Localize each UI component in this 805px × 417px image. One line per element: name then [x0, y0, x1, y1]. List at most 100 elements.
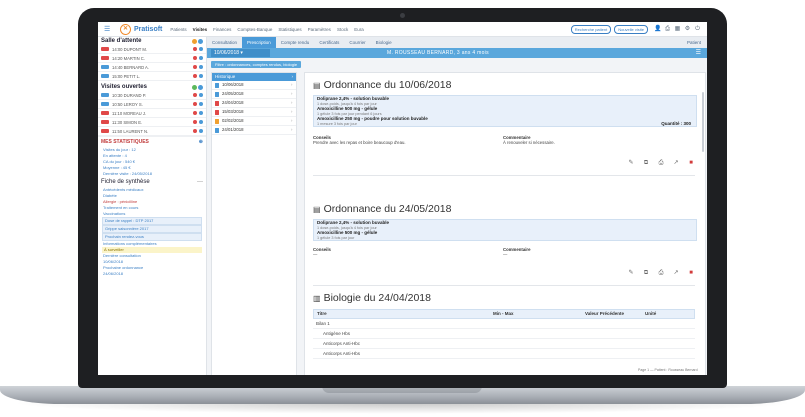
edit-icon[interactable]: ✎ [627, 269, 635, 277]
search-patient-button[interactable]: Recherche patient [570, 25, 612, 34]
tab-item[interactable]: Biologie [371, 37, 397, 48]
alert-icon[interactable] [193, 74, 197, 78]
info-icon[interactable] [199, 111, 203, 115]
list-item-label: 14:00 DUPONT M. [112, 46, 148, 52]
list-item[interactable]: 11:50 LAURENT N. [98, 127, 206, 136]
info-icon[interactable] [199, 129, 203, 133]
info-icon[interactable] [199, 65, 203, 69]
alert-icon[interactable] [193, 129, 197, 133]
share-icon[interactable]: ↗ [672, 269, 680, 277]
alert-icon[interactable] [193, 93, 197, 97]
list-item[interactable]: 10:30 DURAND P. [98, 91, 206, 100]
tab-item[interactable]: Prescription [242, 37, 276, 48]
chevron-icon: › [291, 74, 294, 79]
tab-item[interactable]: Certificats [314, 37, 344, 48]
info-icon[interactable] [199, 120, 203, 124]
date-bar: 10/06/2018 ▾ M. ROUSSEAU BERNARD, 3 ans … [207, 48, 707, 58]
history-line[interactable]: Grippe saisonnière 2017 [102, 225, 202, 233]
nav-item[interactable]: Paramètres [308, 27, 331, 32]
table-row[interactable]: Anticorps Anti-Hbs [313, 349, 695, 359]
list-item[interactable]: 11:30 SIMON E. [98, 118, 206, 127]
table-row[interactable]: Bilan 1 [313, 319, 695, 329]
list-item[interactable]: 11:10 MOREAU J. [98, 109, 206, 118]
history-line[interactable]: Prochain rendez-vous [102, 233, 202, 241]
info-icon[interactable] [199, 56, 203, 60]
gear-icon[interactable]: ⚙ [684, 26, 691, 33]
history-line[interactable]: 24/06/2018 [98, 271, 206, 277]
nav-item[interactable]: Finances [213, 27, 231, 32]
share-icon[interactable]: ↗ [672, 159, 680, 167]
alert-icon[interactable] [193, 102, 197, 106]
list-item[interactable]: 15:00 PETIT L. [98, 72, 206, 81]
patient-tab[interactable]: Patient [687, 37, 701, 48]
user-icon[interactable]: 👤 [654, 26, 661, 33]
filter-chip[interactable]: Filtre : ordonnances, comptes rendus, bi… [211, 61, 302, 68]
nav-item[interactable]: Statistiques [278, 27, 301, 32]
copy-icon[interactable]: ⧉ [642, 269, 650, 277]
list-item[interactable]: 14:20 MARTIN C. [98, 54, 206, 63]
info-icon[interactable] [199, 74, 203, 78]
nav-item[interactable]: Visites [193, 27, 207, 32]
document-row[interactable]: 24/05/2018 › [212, 90, 296, 99]
alert-icon[interactable] [193, 65, 197, 69]
document-row[interactable]: 24/04/2018 › [212, 99, 296, 108]
column-header[interactable]: Min - Max [493, 310, 585, 318]
list-item[interactable]: 14:40 BERNARD A. [98, 63, 206, 72]
list-item[interactable]: 10:50 LEROY S. [98, 100, 206, 109]
print-icon[interactable]: ⎙ [657, 269, 665, 277]
column-header[interactable]: Unité [645, 310, 693, 318]
add-icon[interactable] [198, 84, 203, 90]
alert-icon[interactable] [193, 47, 197, 51]
power-icon[interactable]: ⏻ [694, 26, 701, 33]
document-row[interactable]: 10/06/2018 › [212, 81, 296, 90]
info-icon[interactable] [199, 93, 203, 97]
tab-item[interactable]: Compte rendu [276, 37, 315, 48]
alert-icon[interactable] [193, 120, 197, 124]
table-row[interactable]: Anticorps Anti-Hbc [313, 339, 695, 349]
table-row[interactable]: Antigène Hbs [313, 329, 695, 339]
add-icon[interactable] [198, 38, 203, 44]
new-visit-button[interactable]: Nouvelle visite [614, 25, 648, 34]
range-cell [497, 349, 588, 358]
column-header[interactable]: Valeur Précédente [585, 310, 645, 318]
nav-item[interactable]: Eura [354, 27, 364, 32]
documents-header[interactable]: Historique › [212, 73, 296, 81]
status-tag [101, 74, 109, 78]
prescription-2-title: ▤ Ordonnance du 24/05/2018 [313, 203, 451, 215]
list-item[interactable]: 14:00 DUPONT M. [98, 45, 206, 54]
delete-icon[interactable]: ■ [687, 269, 695, 277]
previous-value-cell [584, 319, 644, 328]
app-logo[interactable]: ✕ Pratisoft [120, 23, 162, 35]
history-line[interactable]: Dose de rappel : DTP 2017 [102, 217, 202, 225]
nav-item[interactable]: Stock [337, 27, 348, 32]
collapse-icon[interactable]: — [197, 179, 203, 185]
nav-item[interactable]: Comptes-Banque [237, 27, 272, 32]
document-row[interactable]: 02/02/2018 › [212, 117, 296, 126]
tab-item[interactable]: Consultation [207, 37, 242, 48]
status-dot-icon [192, 84, 197, 90]
top-actions: Recherche patient Nouvelle visite 👤 ⎙ ▦ … [570, 25, 701, 34]
date-field[interactable]: 10/06/2018 ▾ [211, 49, 270, 57]
menu-icon[interactable]: ☰ [696, 48, 701, 58]
info-icon[interactable] [199, 47, 203, 51]
nav-item[interactable]: Patients [170, 27, 186, 32]
alert-icon[interactable] [193, 111, 197, 115]
column-header[interactable]: Titre [314, 310, 493, 318]
menu-icon[interactable]: ☰ [104, 25, 114, 33]
edit-icon[interactable]: ✎ [627, 159, 635, 167]
list-item-label: 11:30 SIMON E. [112, 119, 143, 125]
grid-icon[interactable]: ▦ [674, 26, 681, 33]
print-icon[interactable]: ⎙ [664, 26, 671, 33]
stats-toggle-icon[interactable]: ⊕ [199, 139, 203, 145]
delete-icon[interactable]: ■ [687, 159, 695, 167]
alert-icon[interactable] [193, 56, 197, 60]
document-row[interactable]: 15/03/2018 › [212, 108, 296, 117]
document-date: 10/06/2018 [222, 82, 244, 87]
range-cell [492, 319, 584, 328]
info-icon[interactable] [199, 102, 203, 106]
document-row[interactable]: 24/01/2018 › [212, 126, 296, 135]
copy-icon[interactable]: ⧉ [642, 159, 650, 167]
print-icon[interactable]: ⎙ [657, 159, 665, 167]
content-scrollbar[interactable] [702, 92, 704, 152]
tab-item[interactable]: Courrier [344, 37, 370, 48]
